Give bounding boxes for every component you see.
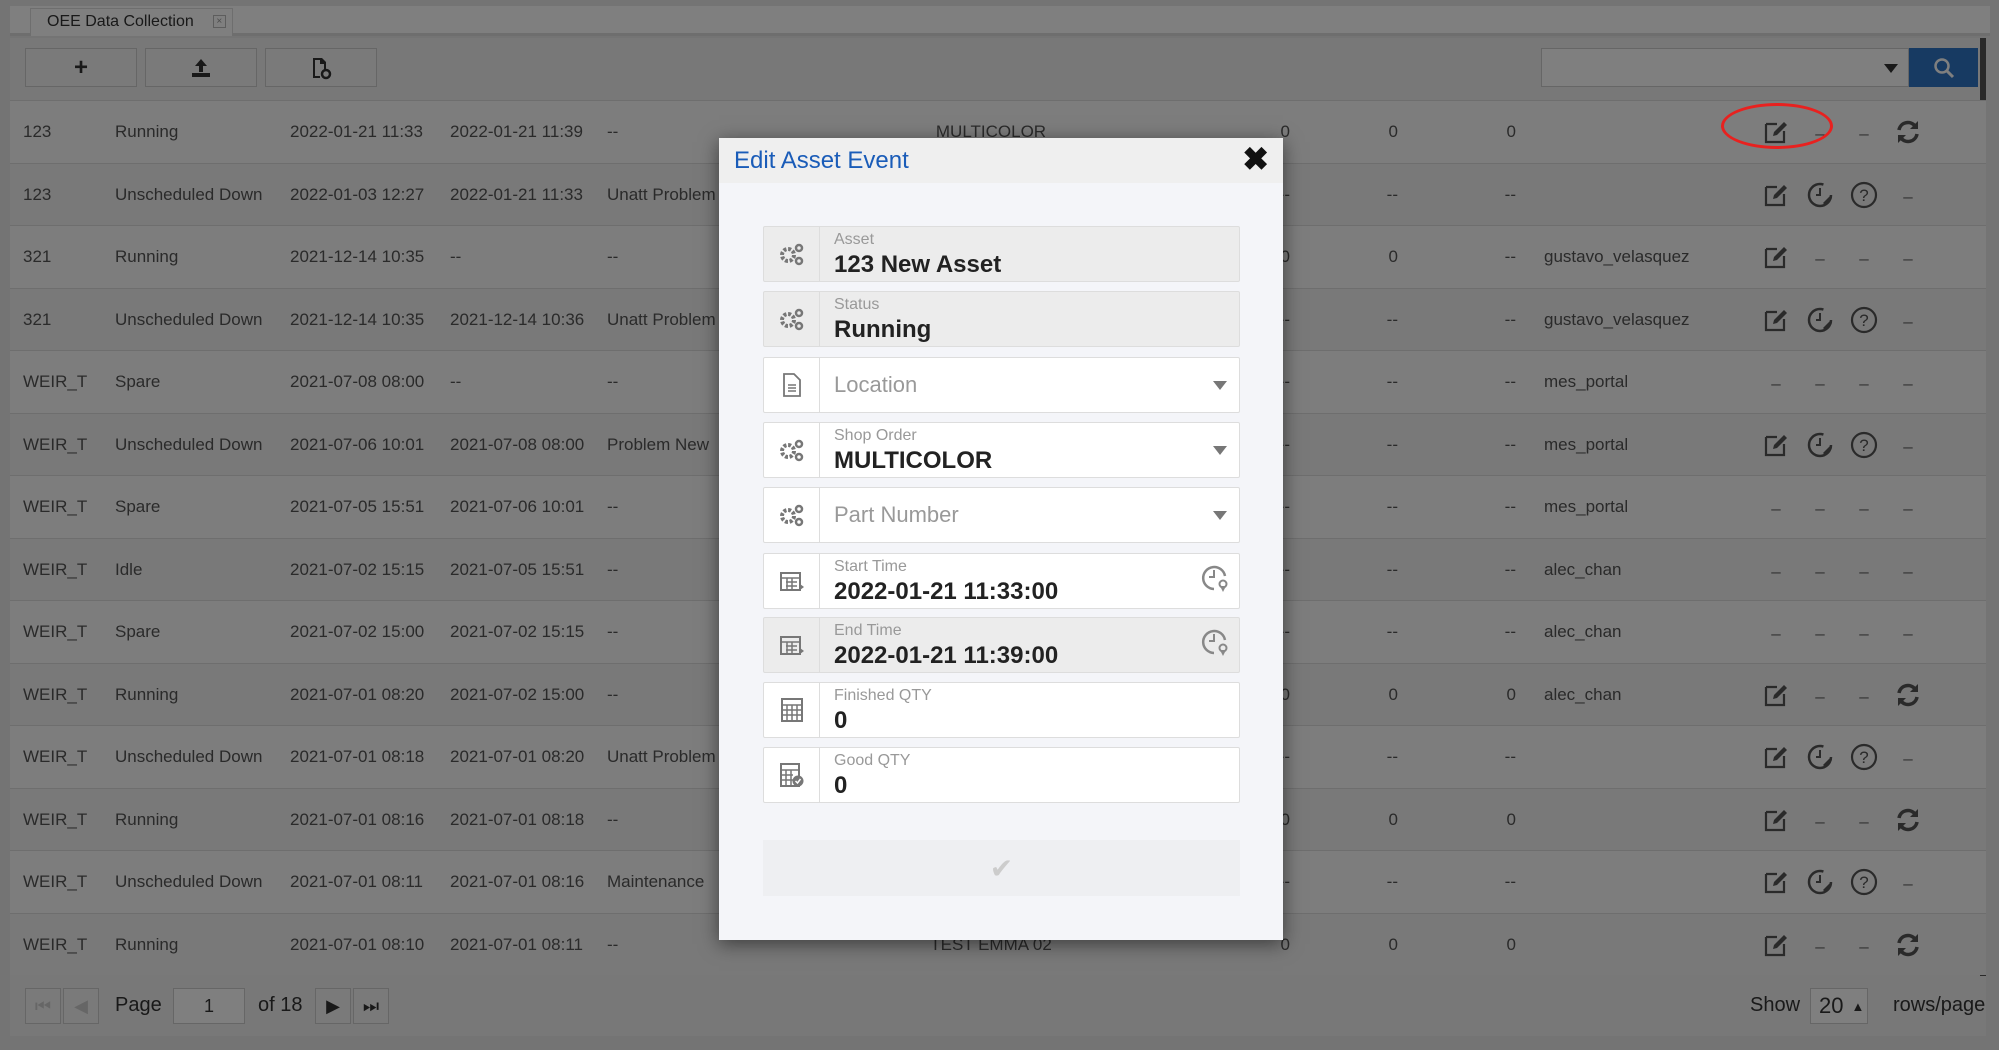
finished-qty-field[interactable]: Finished QTY 0 — [763, 682, 1240, 738]
part-number-field[interactable]: Part Number — [763, 487, 1240, 543]
field-label: Start Time — [834, 558, 907, 575]
shop-order-field[interactable]: Shop Order MULTICOLOR — [763, 422, 1240, 478]
chevron-down-icon[interactable] — [1213, 381, 1227, 397]
start-time-field[interactable]: Start Time 2022-01-21 11:33:00 — [763, 553, 1240, 609]
gears-icon — [764, 292, 820, 346]
annotation-circle — [1721, 103, 1833, 149]
chevron-down-icon[interactable] — [1213, 511, 1227, 527]
gears-icon — [764, 423, 820, 477]
field-label: Status — [834, 296, 880, 313]
gears-icon — [764, 227, 820, 281]
document-icon — [764, 358, 820, 412]
field-value: 2022-01-21 11:33:00 — [834, 578, 1059, 605]
dialog-title: Edit Asset Event — [734, 147, 909, 174]
edit-asset-event-dialog: Edit Asset Event ✖ Asset 123 New Asset Sta… — [719, 138, 1283, 940]
field-value: Running — [834, 316, 932, 343]
good-qty-field[interactable]: Good QTY 0 — [763, 747, 1240, 803]
field-value: 0 — [834, 707, 848, 734]
calculator-check-icon — [764, 748, 820, 802]
field-label: Asset — [834, 231, 875, 248]
field-value: MULTICOLOR — [834, 447, 993, 474]
field-label: End Time — [834, 622, 902, 639]
field-placeholder: Location — [834, 372, 918, 397]
calculator-icon — [764, 683, 820, 737]
clock-picker-icon[interactable] — [1199, 562, 1231, 599]
end-time-field: End Time 2022-01-21 11:39:00 — [763, 617, 1240, 673]
status-field: Status Running — [763, 291, 1240, 347]
close-icon[interactable]: ✖ — [1242, 142, 1269, 176]
dialog-header: Edit Asset Event ✖ — [719, 138, 1283, 183]
gears-icon — [764, 488, 820, 542]
location-field[interactable]: Location — [763, 357, 1240, 413]
field-label: Good QTY — [834, 752, 911, 769]
field-label: Finished QTY — [834, 687, 932, 704]
field-label: Shop Order — [834, 427, 917, 444]
submit-button[interactable]: ✔ — [763, 840, 1240, 896]
check-icon: ✔ — [989, 852, 1014, 884]
asset-field: Asset 123 New Asset — [763, 226, 1240, 282]
calendar-icon — [764, 618, 820, 672]
field-placeholder: Part Number — [834, 502, 959, 527]
calendar-icon — [764, 554, 820, 608]
chevron-down-icon[interactable] — [1213, 446, 1227, 462]
field-value: 2022-01-21 11:39:00 — [834, 642, 1059, 669]
field-value: 123 New Asset — [834, 251, 1002, 278]
field-value: 0 — [834, 772, 848, 799]
clock-picker-icon[interactable] — [1199, 626, 1231, 663]
